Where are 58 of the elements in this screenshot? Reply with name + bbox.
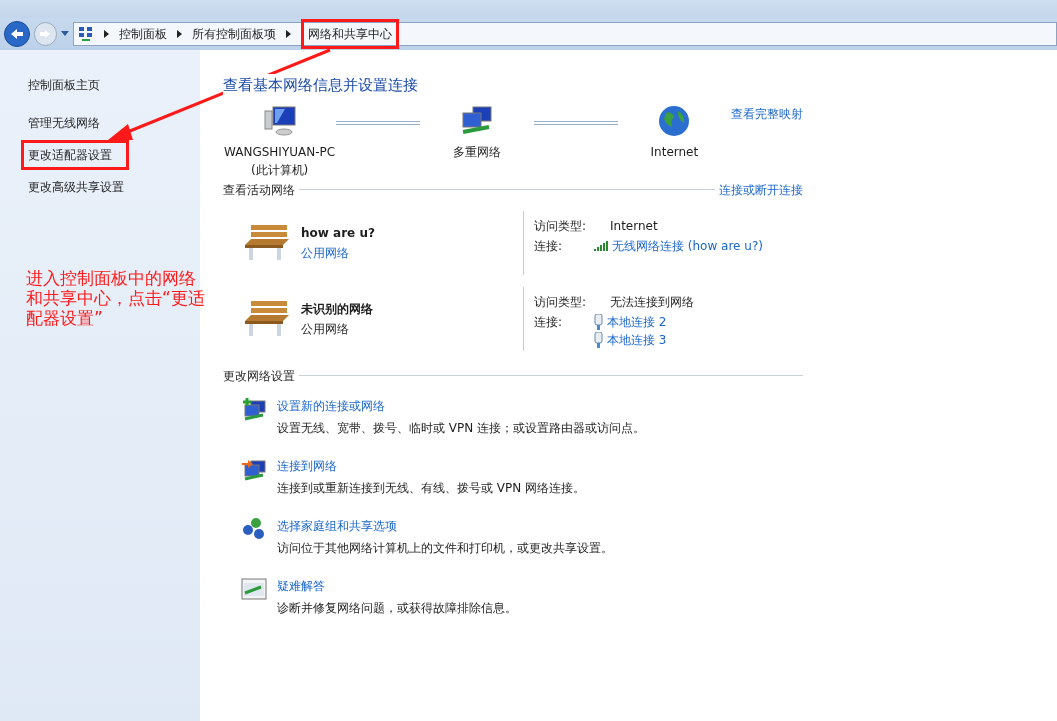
task-description: 访问位于其他网络计算机上的文件和打印机，或更改共享设置。 bbox=[277, 539, 613, 557]
connection-link[interactable]: 无线网络连接 (how are u?) bbox=[612, 236, 763, 255]
breadcrumb-separator-icon bbox=[104, 30, 110, 38]
access-type-label: 访问类型: bbox=[534, 293, 588, 311]
connections-label: 连接: bbox=[534, 313, 564, 331]
full-map-link[interactable]: 查看完整映射 bbox=[731, 104, 803, 123]
back-arrow-icon bbox=[9, 28, 24, 40]
sidebar-link[interactable]: 控制面板主页 bbox=[28, 74, 200, 96]
breadcrumb-separator-icon bbox=[177, 30, 183, 38]
back-button[interactable] bbox=[4, 21, 30, 47]
page-heading: 查看基本网络信息并设置连接 bbox=[223, 74, 418, 97]
connection-link[interactable]: 本地连接 2 bbox=[607, 312, 667, 331]
task-description: 诊断并修复网络问题，或获得故障排除信息。 bbox=[277, 599, 517, 617]
bench-icon bbox=[243, 222, 291, 263]
connections-label: 连接: bbox=[534, 237, 564, 255]
section-heading: 查看活动网络 bbox=[223, 181, 295, 199]
network-type[interactable]: 公用网络 bbox=[301, 243, 375, 262]
task-link[interactable]: 疑难解答 bbox=[277, 576, 517, 595]
network-name: 未识别的网络 bbox=[301, 300, 373, 318]
network-name: how are u? bbox=[301, 224, 375, 242]
section-heading: 更改网络设置 bbox=[223, 367, 295, 385]
breadcrumb-separator-icon bbox=[286, 30, 292, 38]
connection-link[interactable]: 本地连接 3 bbox=[607, 330, 667, 349]
address-bar[interactable]: 控制面板 所有控制面板项 网络和共享中心 bbox=[73, 22, 1057, 46]
computer-icon bbox=[262, 104, 297, 137]
breadcrumb-item[interactable]: 控制面板 bbox=[119, 25, 168, 43]
sidebar-link[interactable]: 更改适配器设置 bbox=[21, 140, 129, 170]
access-type-value: 无法连接到网络 bbox=[610, 293, 694, 311]
annotation-text: 进入控制面板中的网络和共享中心，点击“更适配器设置” bbox=[26, 268, 206, 328]
sidebar-link[interactable]: 管理无线网络 bbox=[28, 112, 200, 134]
breadcrumb-item[interactable]: 网络和共享中心 bbox=[301, 19, 400, 49]
access-type-label: 访问类型: bbox=[534, 217, 588, 235]
signal-bars-icon bbox=[594, 240, 608, 251]
map-node-label[interactable]: WANGSHIYUAN-PC bbox=[224, 142, 336, 161]
homegroup-icon bbox=[241, 516, 267, 541]
map-node-label[interactable]: 多重网络 bbox=[453, 142, 501, 161]
connect-disconnect-link[interactable]: 连接或断开连接 bbox=[719, 180, 803, 199]
network-type: 公用网络 bbox=[301, 320, 350, 338]
globe-icon bbox=[658, 104, 691, 137]
sidebar-link[interactable]: 更改高级共享设置 bbox=[28, 176, 200, 198]
network-plug-icon bbox=[594, 313, 603, 330]
network-computers-icon bbox=[459, 104, 495, 137]
add-network-icon bbox=[241, 396, 267, 421]
task-description: 连接到或重新连接到无线、有线、拨号或 VPN 网络连接。 bbox=[277, 479, 586, 497]
forward-arrow-icon bbox=[39, 29, 52, 39]
network-plug-icon bbox=[594, 331, 603, 348]
task-link[interactable]: 选择家庭组和共享选项 bbox=[277, 516, 613, 535]
dropdown-caret-icon[interactable] bbox=[61, 31, 70, 37]
map-node-label[interactable]: Internet bbox=[650, 142, 699, 161]
bench-icon bbox=[243, 298, 291, 339]
access-type-value: Internet bbox=[610, 217, 658, 235]
troubleshoot-icon bbox=[241, 576, 267, 601]
task-link[interactable]: 设置新的连接或网络 bbox=[277, 396, 646, 415]
control-panel-icon bbox=[78, 26, 95, 42]
task-link[interactable]: 连接到网络 bbox=[277, 456, 586, 475]
map-node-sublabel: (此计算机) bbox=[250, 161, 309, 179]
breadcrumb-item[interactable]: 所有控制面板项 bbox=[192, 25, 277, 43]
task-description: 设置无线、宽带、拨号、临时或 VPN 连接；或设置路由器或访问点。 bbox=[277, 419, 646, 437]
